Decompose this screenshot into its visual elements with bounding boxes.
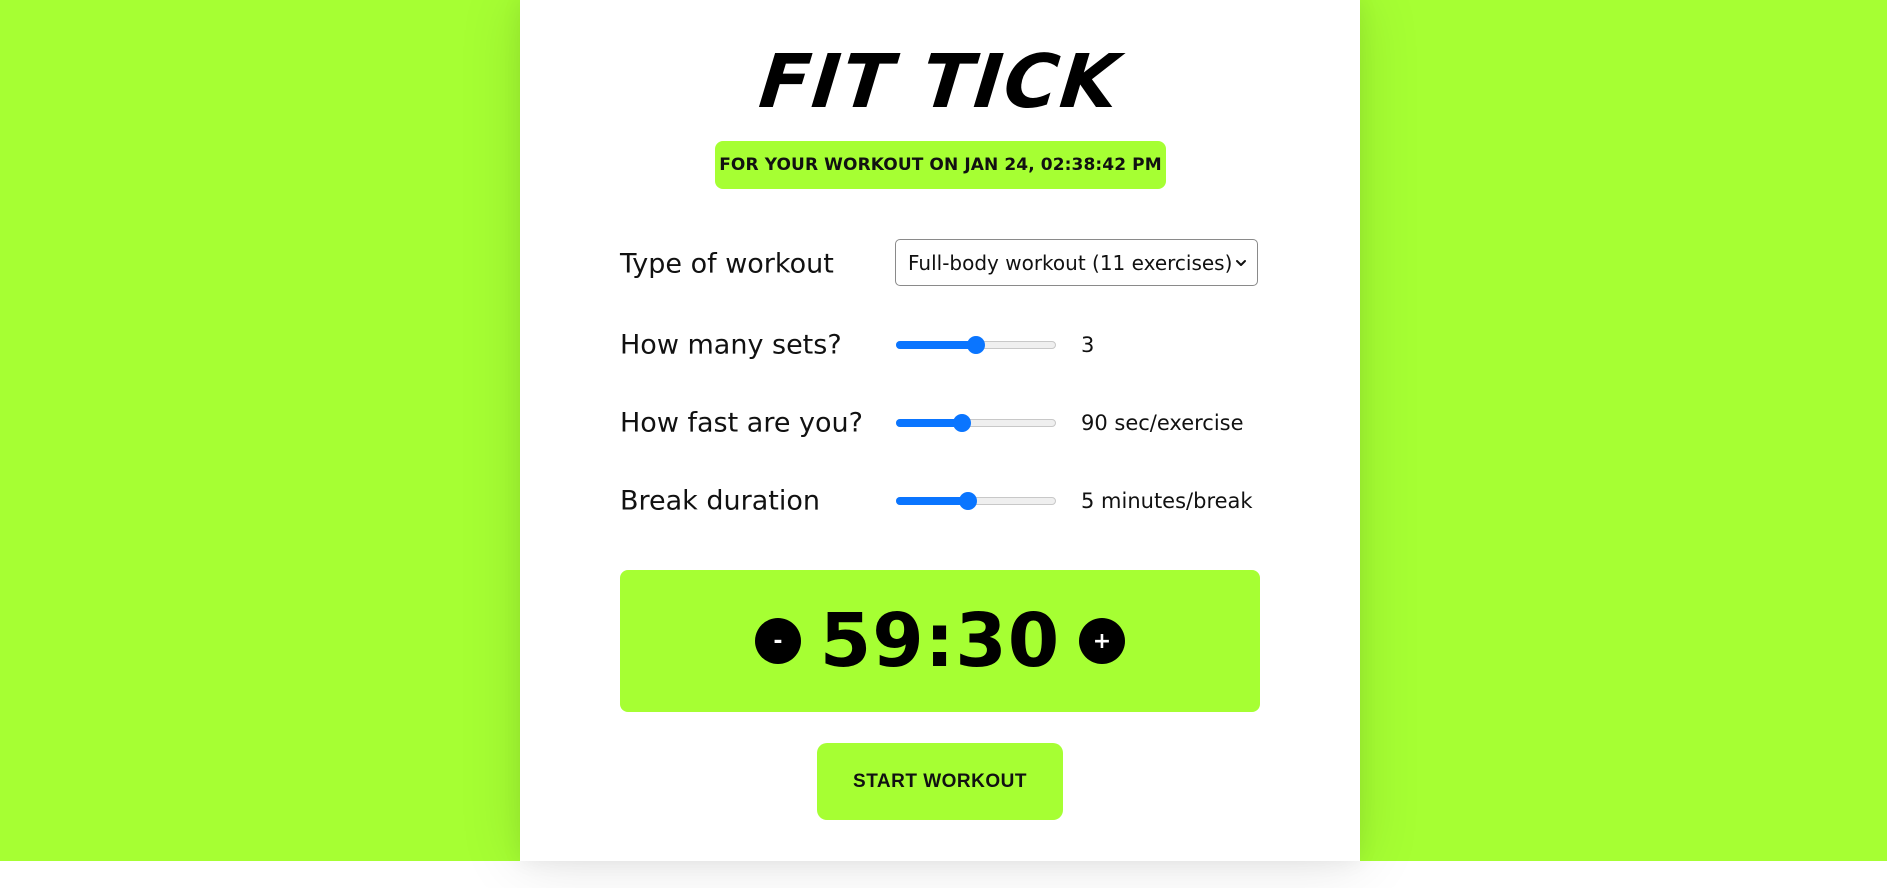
sets-label: How many sets? [620, 329, 842, 361]
slider-fill [896, 497, 968, 505]
sets-value: 3 [1081, 333, 1095, 357]
sets-slider[interactable] [896, 335, 1056, 355]
slider-thumb[interactable] [959, 492, 977, 510]
start-workout-button[interactable]: START WORKOUT [817, 743, 1063, 820]
slider-fill [896, 341, 976, 349]
speed-label: How fast are you? [620, 407, 863, 439]
slider-thumb[interactable] [952, 414, 971, 432]
timer-display: 59:30 [819, 598, 1061, 684]
speed-row: How fast are you? 90 sec/exercise [620, 398, 1260, 448]
chevron-down-icon [1236, 259, 1246, 266]
break-value: 5 minutes/break [1081, 489, 1253, 513]
speed-value: 90 sec/exercise [1081, 411, 1244, 435]
workout-type-row: Type of workout Full-body workout (11 ex… [620, 239, 1260, 289]
slider-thumb[interactable] [967, 336, 985, 354]
timer-panel: - 59:30 + [620, 570, 1260, 712]
workout-type-label: Type of workout [620, 248, 834, 280]
workout-date-banner: FOR YOUR WORKOUT ON JAN 24, 02:38:42 PM [715, 141, 1166, 189]
break-label: Break duration [620, 485, 821, 517]
increase-time-button[interactable]: + [1079, 618, 1125, 664]
plus-icon: + [1092, 628, 1112, 654]
break-row: Break duration 5 minutes/break [620, 476, 1260, 526]
workout-date-text: FOR YOUR WORKOUT ON JAN 24, 02:38:42 PM [719, 155, 1162, 175]
app-title: FIT TICK [755, 39, 1125, 125]
main-card: FIT TICK FOR YOUR WORKOUT ON JAN 24, 02:… [520, 0, 1360, 861]
sets-row: How many sets? 3 [620, 320, 1260, 370]
workout-type-select[interactable]: Full-body workout (11 exercises) [895, 239, 1258, 286]
speed-slider[interactable] [896, 413, 1056, 433]
workout-type-selected-value: Full-body workout (11 exercises) [908, 250, 1233, 275]
start-workout-label: START WORKOUT [853, 770, 1027, 792]
break-slider[interactable] [896, 491, 1056, 511]
